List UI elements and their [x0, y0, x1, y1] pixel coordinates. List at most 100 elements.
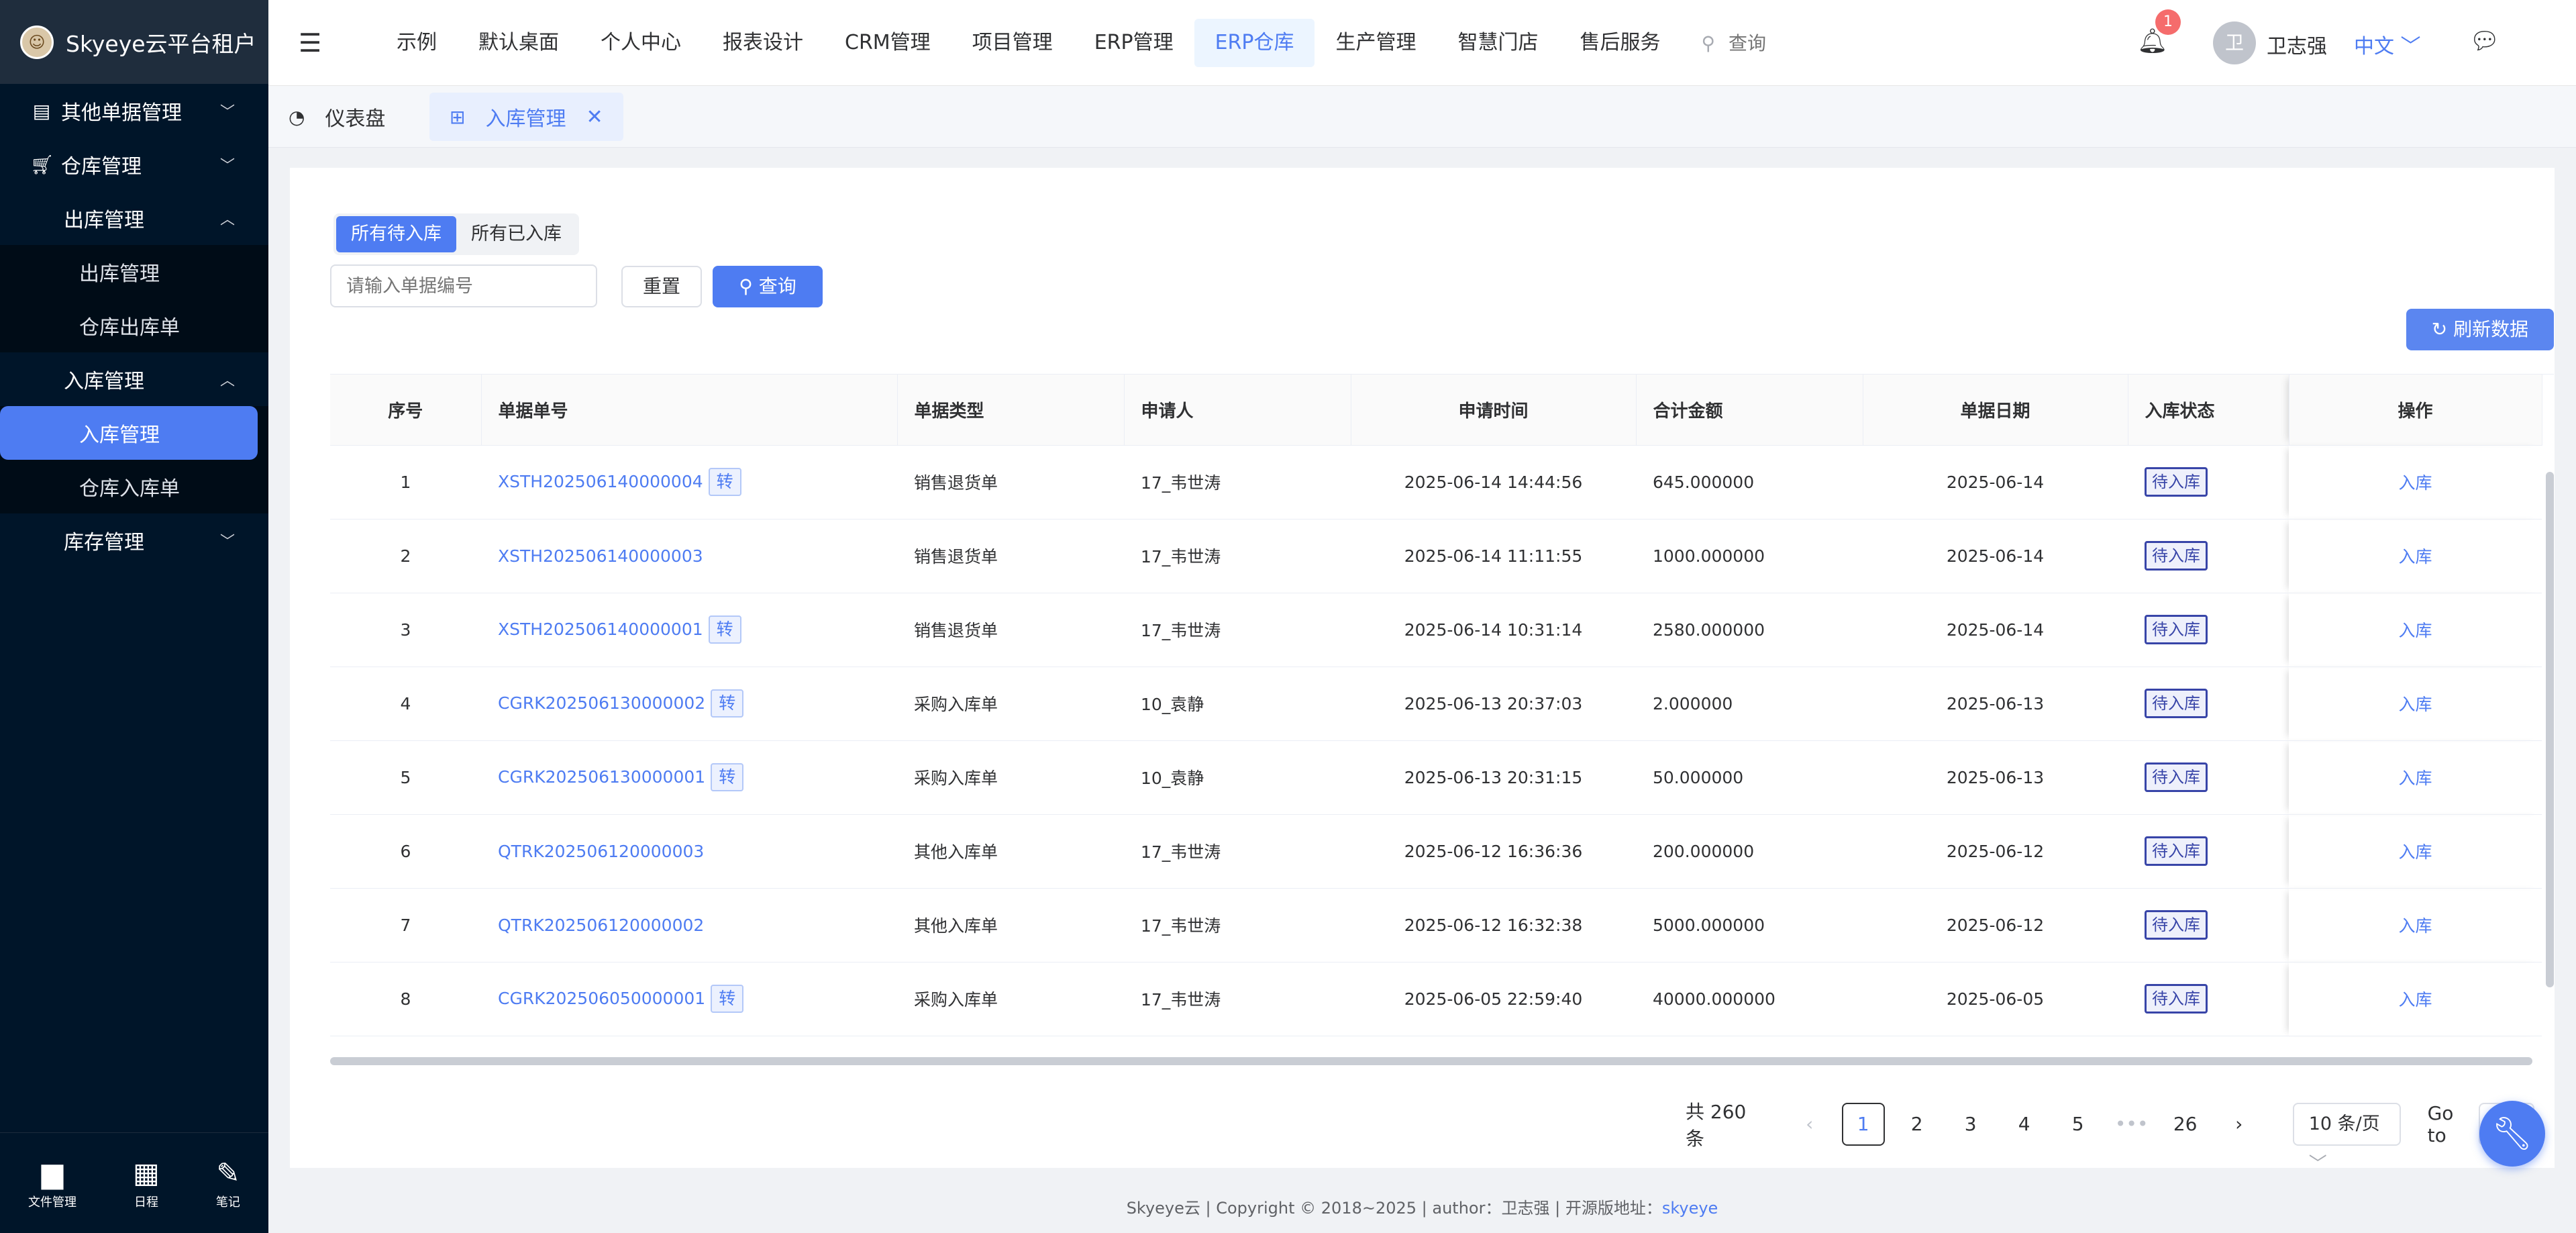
page-5[interactable]: 5: [2057, 1103, 2100, 1146]
chat-icon[interactable]: 💬︎: [2469, 27, 2500, 55]
doc-code-link[interactable]: CGRK202506130000002: [498, 693, 705, 713]
sidebar-item-warehouse[interactable]: 🛒︎ 仓库管理 ﹀: [0, 138, 268, 191]
avatar[interactable]: 卫: [2213, 21, 2256, 64]
cell-code: CGRK202506130000001 转: [481, 740, 897, 815]
language-select[interactable]: 中文 ﹀: [2354, 30, 2421, 59]
sidebar-item-inbound-manage[interactable]: 入库管理: [0, 406, 258, 460]
nav-item-production[interactable]: 生产管理: [1315, 19, 1437, 67]
tab-done[interactable]: 所有已入库: [456, 216, 576, 252]
page-size-select[interactable]: 10 条/页 ﹀: [2292, 1103, 2401, 1175]
cell-date: 2025-06-12: [1863, 814, 2128, 889]
doc-code-link[interactable]: QTRK202506120000002: [498, 916, 704, 935]
sidebar-item-outbound-manage[interactable]: 出库管理: [0, 245, 268, 299]
cell-time: 2025-06-14 10:31:14: [1351, 593, 1636, 667]
footer-link[interactable]: skyeye: [1662, 1199, 1718, 1218]
inbound-action-link[interactable]: 入库: [2398, 916, 2432, 936]
cell-time: 2025-06-12 16:32:38: [1351, 888, 1636, 963]
chevron-down-icon: ﹀: [2400, 35, 2421, 58]
cell-amount: 50.000000: [1636, 740, 1863, 815]
vertical-scrollbar[interactable]: [2546, 472, 2554, 987]
notes-button[interactable]: ✎ 笔记: [216, 1156, 240, 1210]
cell-code: XSTH202506140000001 转: [481, 593, 897, 667]
sidebar-item-warehouse-inbound[interactable]: 仓库入库单: [0, 460, 268, 513]
nav-item-project[interactable]: 项目管理: [951, 19, 1074, 67]
tab-pending[interactable]: 所有待入库: [336, 216, 456, 252]
nav-item-after-sales[interactable]: 售后服务: [1559, 19, 1681, 67]
refresh-icon: ↻: [2431, 318, 2448, 340]
inbound-action-link[interactable]: 入库: [2398, 990, 2432, 1009]
reset-button[interactable]: 重置: [621, 266, 702, 307]
file-manager-button[interactable]: ▆ 文件管理: [28, 1156, 76, 1210]
doc-code-link[interactable]: XSTH202506140000003: [498, 546, 703, 566]
sidebar-item-inbound-group[interactable]: 入库管理 ︿: [0, 352, 268, 406]
doc-code-link[interactable]: XSTH202506140000004: [498, 472, 703, 491]
cell-time: 2025-06-05 22:59:40: [1351, 962, 1636, 1036]
footer: Skyeye云 | Copyright © 2018~2025 | author…: [268, 1188, 2576, 1233]
nav-item-default-desktop[interactable]: 默认桌面: [458, 19, 580, 67]
app-logo[interactable]: ☺ Skyeye云平台租户: [0, 0, 268, 84]
inbound-action-link[interactable]: 入库: [2398, 473, 2432, 493]
inbound-action-link[interactable]: 入库: [2398, 621, 2432, 640]
transfer-tag[interactable]: 转: [711, 763, 744, 791]
nav-item-example[interactable]: 示例: [376, 19, 458, 67]
menu-fold-icon[interactable]: ☰: [299, 28, 321, 58]
wrench-icon[interactable]: 🔧︎: [2479, 1101, 2545, 1167]
inbound-action-link[interactable]: 入库: [2398, 547, 2432, 566]
doc-code-link[interactable]: CGRK202506050000001: [498, 989, 705, 1008]
sidebar-item-warehouse-outbound[interactable]: 仓库出库单: [0, 299, 268, 352]
sidebar-item-other-docs[interactable]: ▤ 其他单据管理 ﹀: [0, 84, 268, 138]
page-4[interactable]: 4: [2003, 1103, 2046, 1146]
sidebar-item-label: 入库管理: [64, 370, 144, 393]
cell-date: 2025-06-14: [1863, 519, 2128, 593]
inbound-action-link[interactable]: 入库: [2398, 695, 2432, 714]
inbound-action-link[interactable]: 入库: [2398, 842, 2432, 862]
transfer-tag[interactable]: 转: [708, 615, 741, 644]
page-26[interactable]: 26: [2164, 1103, 2207, 1146]
doc-code-link[interactable]: XSTH202506140000001: [498, 620, 703, 639]
transfer-tag[interactable]: 转: [711, 985, 744, 1013]
col-header-type: 单据类型: [897, 375, 1125, 446]
sidebar-item-label: 仓库管理: [61, 155, 142, 179]
transfer-tag[interactable]: 转: [708, 468, 741, 496]
more-pages-icon[interactable]: •••: [2110, 1103, 2153, 1146]
cell-code: QTRK202506120000003: [481, 814, 897, 889]
col-header-code: 单据单号: [481, 375, 898, 446]
schedule-button[interactable]: ▦ 日程: [133, 1156, 160, 1210]
nav-item-report-design[interactable]: 报表设计: [702, 19, 824, 67]
doc-code-link[interactable]: CGRK202506130000001: [498, 767, 705, 787]
username[interactable]: 卫志强: [2267, 30, 2327, 59]
tag-bar: ◔ 仪表盘 ⊞ 入库管理 ✕: [268, 86, 2576, 148]
refresh-label: 刷新数据: [2453, 318, 2529, 340]
doc-code-link[interactable]: QTRK202506120000003: [498, 842, 704, 861]
table-row: 8 CGRK202506050000001 转采购入库单 17_韦世涛 2025-06-…: [330, 962, 2542, 1036]
nav-item-crm[interactable]: CRM管理: [824, 19, 951, 67]
doc-number-input[interactable]: [330, 264, 597, 307]
chevron-up-icon: ︿: [219, 211, 235, 228]
transfer-tag[interactable]: 转: [711, 689, 744, 718]
nav-search-input[interactable]: [1728, 32, 1849, 54]
close-icon[interactable]: ✕: [586, 105, 603, 129]
search-icon: ⚲: [739, 275, 753, 297]
cell-applicant: 17_韦世涛: [1124, 519, 1351, 593]
tag-inbound-manage[interactable]: ⊞ 入库管理 ✕: [429, 93, 623, 141]
nav-item-erp[interactable]: ERP管理: [1074, 19, 1194, 67]
horizontal-scrollbar[interactable]: [330, 1057, 2532, 1065]
cell-code: QTRK202506120000002: [481, 888, 897, 963]
prev-page-icon[interactable]: ‹: [1788, 1103, 1831, 1146]
refresh-button[interactable]: ↻ 刷新数据: [2406, 309, 2554, 350]
cell-no: 5: [330, 740, 481, 815]
next-page-icon[interactable]: ›: [2218, 1103, 2261, 1146]
sidebar-item-outbound-group[interactable]: 出库管理 ︿: [0, 191, 268, 245]
page-2[interactable]: 2: [1896, 1103, 1939, 1146]
page-1[interactable]: 1: [1841, 1103, 1885, 1146]
nav-item-personal-center[interactable]: 个人中心: [580, 19, 702, 67]
sidebar-item-inventory[interactable]: 库存管理 ﹀: [0, 513, 268, 567]
page-3[interactable]: 3: [1949, 1103, 1992, 1146]
table-row: 3 XSTH202506140000001 转销售退货单 17_韦世涛 2025-06-…: [330, 593, 2542, 667]
cell-type: 采购入库单: [897, 667, 1124, 741]
nav-item-smart-store[interactable]: 智慧门店: [1437, 19, 1559, 67]
query-button[interactable]: ⚲ 查询: [713, 266, 823, 307]
inbound-action-link[interactable]: 入库: [2398, 769, 2432, 788]
nav-item-erp-warehouse[interactable]: ERP仓库: [1194, 19, 1315, 67]
tag-dashboard[interactable]: ◔ 仪表盘: [268, 93, 405, 141]
